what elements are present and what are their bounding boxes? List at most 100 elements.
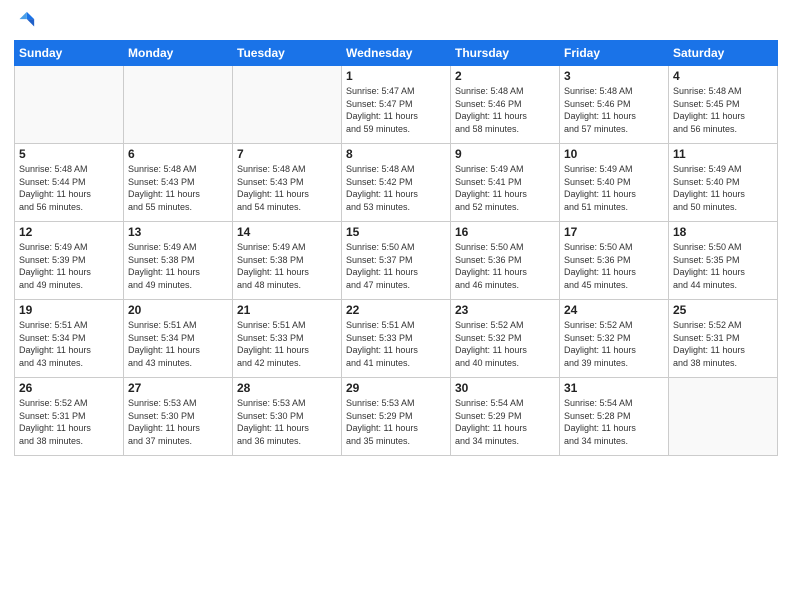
day-number: 26 [19, 381, 119, 395]
calendar-cell: 16Sunrise: 5:50 AM Sunset: 5:36 PM Dayli… [451, 222, 560, 300]
day-info: Sunrise: 5:50 AM Sunset: 5:37 PM Dayligh… [346, 241, 446, 291]
day-number: 16 [455, 225, 555, 239]
day-info: Sunrise: 5:48 AM Sunset: 5:43 PM Dayligh… [128, 163, 228, 213]
calendar-week-row: 19 Sunrise: 5:51 AM Sunset: 5:34 PM Dayli… [15, 300, 778, 378]
day-number: 11 [673, 147, 773, 161]
day-number: 15 [346, 225, 446, 239]
day-info: Sunrise: 5:51 AM Sunset: 5:34 PM Dayligh… [128, 319, 228, 369]
calendar-week-row: 1 Sunrise: 5:47 AM Sunset: 5:47 PM Daylig… [15, 66, 778, 144]
day-number: 14 [237, 225, 337, 239]
day-number: 2 [455, 69, 555, 83]
calendar-cell: 24 Sunrise: 5:52 AM Sunset: 5:32 PM Dayli… [560, 300, 669, 378]
calendar-week-row: 5 Sunrise: 5:48 AM Sunset: 5:44 PM Daylig… [15, 144, 778, 222]
calendar-cell: 18 Sunrise: 5:50 AM Sunset: 5:35 PM Dayli… [669, 222, 778, 300]
calendar-cell: 31 Sunrise: 5:54 AM Sunset: 5:28 PM Dayli… [560, 378, 669, 456]
calendar-cell: 17 Sunrise: 5:50 AM Sunset: 5:36 PM Dayli… [560, 222, 669, 300]
day-info: Sunrise: 5:54 AM Sunset: 5:28 PM Dayligh… [564, 397, 664, 447]
day-number: 29 [346, 381, 446, 395]
weekday-header: Friday [560, 41, 669, 66]
day-info: Sunrise: 5:50 AM Sunset: 5:35 PM Dayligh… [673, 241, 773, 291]
day-info: Sunrise: 5:53 AM Sunset: 5:29 PM Dayligh… [346, 397, 446, 447]
day-info: Sunrise: 5:52 AM Sunset: 5:31 PM Dayligh… [673, 319, 773, 369]
day-number: 4 [673, 69, 773, 83]
calendar-cell: 7 Sunrise: 5:48 AM Sunset: 5:43 PM Daylig… [233, 144, 342, 222]
calendar-cell [124, 66, 233, 144]
day-number: 10 [564, 147, 664, 161]
calendar-cell [233, 66, 342, 144]
day-number: 25 [673, 303, 773, 317]
calendar-cell: 29 Sunrise: 5:53 AM Sunset: 5:29 PM Dayli… [342, 378, 451, 456]
day-info: Sunrise: 5:49 AM Sunset: 5:40 PM Dayligh… [673, 163, 773, 213]
day-number: 8 [346, 147, 446, 161]
day-number: 21 [237, 303, 337, 317]
day-number: 12 [19, 225, 119, 239]
day-number: 30 [455, 381, 555, 395]
day-number: 27 [128, 381, 228, 395]
calendar-cell: 6 Sunrise: 5:48 AM Sunset: 5:43 PM Daylig… [124, 144, 233, 222]
day-info: Sunrise: 5:51 AM Sunset: 5:33 PM Dayligh… [346, 319, 446, 369]
calendar-cell: 3 Sunrise: 5:48 AM Sunset: 5:46 PM Daylig… [560, 66, 669, 144]
day-number: 28 [237, 381, 337, 395]
day-number: 3 [564, 69, 664, 83]
calendar-week-row: 26 Sunrise: 5:52 AM Sunset: 5:31 PM Dayli… [15, 378, 778, 456]
day-info: Sunrise: 5:54 AM Sunset: 5:29 PM Dayligh… [455, 397, 555, 447]
day-info: Sunrise: 5:50 AM Sunset: 5:36 PM Dayligh… [564, 241, 664, 291]
calendar-cell: 4 Sunrise: 5:48 AM Sunset: 5:45 PM Daylig… [669, 66, 778, 144]
day-info: Sunrise: 5:48 AM Sunset: 5:43 PM Dayligh… [237, 163, 337, 213]
day-number: 19 [19, 303, 119, 317]
calendar-cell: 5 Sunrise: 5:48 AM Sunset: 5:44 PM Daylig… [15, 144, 124, 222]
day-info: Sunrise: 5:49 AM Sunset: 5:40 PM Dayligh… [564, 163, 664, 213]
day-number: 9 [455, 147, 555, 161]
weekday-header-row: SundayMondayTuesdayWednesdayThursdayFrid… [15, 41, 778, 66]
calendar-cell: 25 Sunrise: 5:52 AM Sunset: 5:31 PM Dayli… [669, 300, 778, 378]
weekday-header: Tuesday [233, 41, 342, 66]
calendar-cell: 28 Sunrise: 5:53 AM Sunset: 5:30 PM Dayli… [233, 378, 342, 456]
calendar-cell [669, 378, 778, 456]
day-number: 1 [346, 69, 446, 83]
calendar-cell: 1 Sunrise: 5:47 AM Sunset: 5:47 PM Daylig… [342, 66, 451, 144]
day-number: 13 [128, 225, 228, 239]
day-info: Sunrise: 5:49 AM Sunset: 5:39 PM Dayligh… [19, 241, 119, 291]
weekday-header: Monday [124, 41, 233, 66]
day-number: 24 [564, 303, 664, 317]
day-number: 31 [564, 381, 664, 395]
calendar-cell: 8 Sunrise: 5:48 AM Sunset: 5:42 PM Daylig… [342, 144, 451, 222]
day-info: Sunrise: 5:48 AM Sunset: 5:42 PM Dayligh… [346, 163, 446, 213]
day-number: 22 [346, 303, 446, 317]
weekday-header: Sunday [15, 41, 124, 66]
calendar-cell: 11 Sunrise: 5:49 AM Sunset: 5:40 PM Dayli… [669, 144, 778, 222]
calendar-cell: 19Sunrise: 5:51 AM Sunset: 5:34 PM Dayli… [15, 300, 124, 378]
day-number: 20 [128, 303, 228, 317]
day-info: Sunrise: 5:53 AM Sunset: 5:30 PM Dayligh… [128, 397, 228, 447]
calendar-cell [15, 66, 124, 144]
calendar-cell: 26 Sunrise: 5:52 AM Sunset: 5:31 PM Dayli… [15, 378, 124, 456]
calendar-cell: 27 Sunrise: 5:53 AM Sunset: 5:30 PM Dayli… [124, 378, 233, 456]
calendar-cell: 21Sunrise: 5:51 AM Sunset: 5:33 PM Dayli… [233, 300, 342, 378]
weekday-header: Wednesday [342, 41, 451, 66]
day-info: Sunrise: 5:48 AM Sunset: 5:45 PM Dayligh… [673, 85, 773, 135]
day-number: 7 [237, 147, 337, 161]
day-info: Sunrise: 5:52 AM Sunset: 5:32 PM Dayligh… [455, 319, 555, 369]
day-info: Sunrise: 5:49 AM Sunset: 5:41 PM Dayligh… [455, 163, 555, 213]
day-number: 23 [455, 303, 555, 317]
day-info: Sunrise: 5:47 AM Sunset: 5:47 PM Dayligh… [346, 85, 446, 135]
calendar-cell: 12 Sunrise: 5:49 AM Sunset: 5:39 PM Dayli… [15, 222, 124, 300]
day-number: 18 [673, 225, 773, 239]
calendar-cell: 22 Sunrise: 5:51 AM Sunset: 5:33 PM Dayli… [342, 300, 451, 378]
calendar-cell: 20 Sunrise: 5:51 AM Sunset: 5:34 PM Dayli… [124, 300, 233, 378]
header [14, 10, 778, 32]
logo-icon [14, 10, 36, 32]
day-info: Sunrise: 5:48 AM Sunset: 5:46 PM Dayligh… [564, 85, 664, 135]
calendar-week-row: 12 Sunrise: 5:49 AM Sunset: 5:39 PM Dayli… [15, 222, 778, 300]
day-info: Sunrise: 5:52 AM Sunset: 5:32 PM Dayligh… [564, 319, 664, 369]
calendar: SundayMondayTuesdayWednesdayThursdayFrid… [14, 40, 778, 456]
day-number: 5 [19, 147, 119, 161]
day-info: Sunrise: 5:52 AM Sunset: 5:31 PM Dayligh… [19, 397, 119, 447]
day-info: Sunrise: 5:48 AM Sunset: 5:44 PM Dayligh… [19, 163, 119, 213]
day-number: 6 [128, 147, 228, 161]
calendar-cell: 23 Sunrise: 5:52 AM Sunset: 5:32 PM Dayli… [451, 300, 560, 378]
calendar-cell: 14Sunrise: 5:49 AM Sunset: 5:38 PM Dayli… [233, 222, 342, 300]
calendar-cell: 30 Sunrise: 5:54 AM Sunset: 5:29 PM Dayli… [451, 378, 560, 456]
day-number: 17 [564, 225, 664, 239]
day-info: Sunrise: 5:53 AM Sunset: 5:30 PM Dayligh… [237, 397, 337, 447]
